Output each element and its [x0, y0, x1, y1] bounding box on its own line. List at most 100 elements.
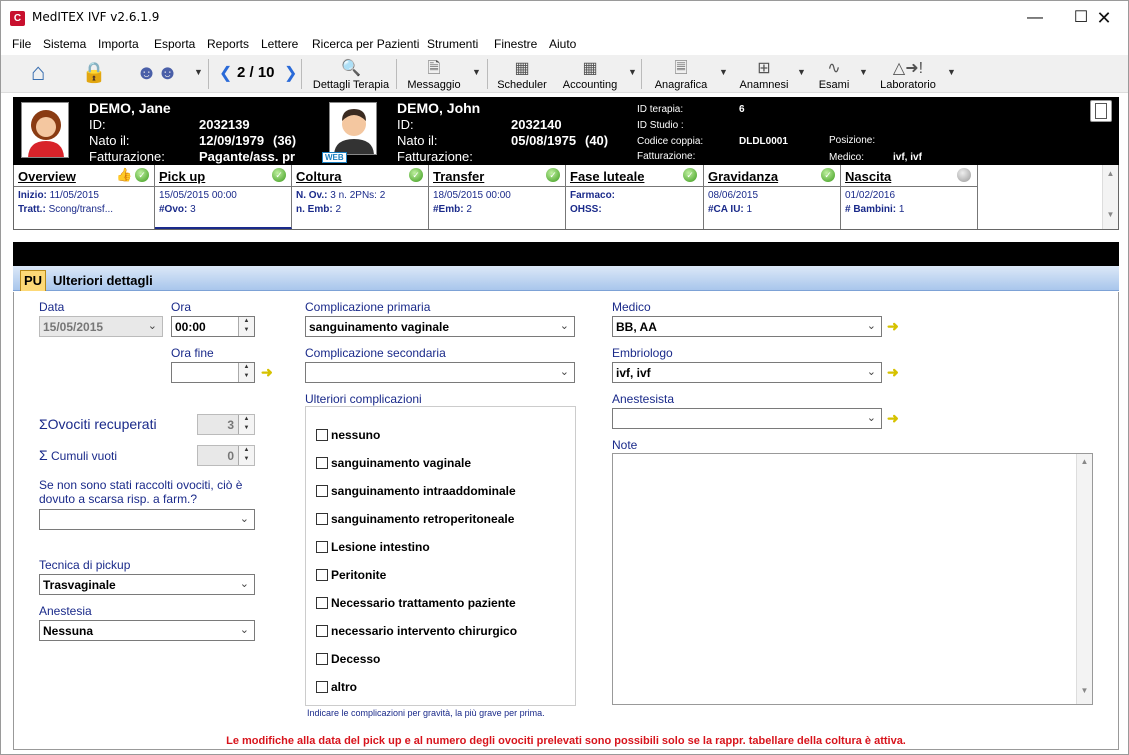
minimize-button[interactable]: —: [1012, 1, 1058, 35]
male-billing-label: Fatturazione:: [397, 149, 473, 164]
step-line2: #CA IU: 1: [708, 204, 753, 215]
dettagli-terapia-button[interactable]: 🔍 Dettagli Terapia: [312, 59, 390, 91]
step-transfer[interactable]: Transfer ✓ 18/05/2015 00:00 #Emb: 2: [429, 165, 566, 229]
esami-button[interactable]: ∿ Esami: [816, 59, 852, 91]
lightning-icon[interactable]: ➜: [887, 410, 899, 427]
ovociti-field[interactable]: 3 ▲ ▼: [197, 414, 255, 435]
medical-record-icon: ⊞: [757, 60, 771, 77]
patients-dropdown-icon[interactable]: ▼: [194, 67, 203, 77]
comp1-select[interactable]: sanguinamento vaginale ⌄: [305, 316, 575, 337]
complication-checkbox[interactable]: nessuno: [316, 428, 380, 442]
step-fase-luteale[interactable]: Fase luteale ✓ Farmaco: OHSS:: [566, 165, 704, 229]
menu-aiuto[interactable]: Aiuto: [549, 37, 576, 51]
chevron-down-icon: ⌄: [559, 366, 569, 378]
complication-checkbox[interactable]: Lesione intestino: [316, 540, 430, 554]
messaggio-dropdown-icon[interactable]: ▼: [472, 67, 481, 77]
step-nascita[interactable]: Nascita 01/02/2016 # Bambini: 1: [841, 165, 978, 229]
menu-lettere[interactable]: Lettere: [261, 37, 298, 51]
menu-strumenti[interactable]: Strumenti: [427, 37, 478, 51]
scroll-down-icon[interactable]: ▼: [1077, 686, 1092, 695]
steps-scrollbar[interactable]: ▲ ▼: [1102, 165, 1118, 229]
anamnesi-dropdown-icon[interactable]: ▼: [797, 67, 806, 77]
complication-checkbox[interactable]: Decesso: [316, 652, 380, 666]
prev-therapy-icon[interactable]: ❮: [219, 63, 232, 83]
medico-value: BB, AA: [616, 320, 657, 334]
anestesia-select[interactable]: Nessuna ⌄: [39, 620, 255, 641]
ora-fine-spinner-icon[interactable]: ▲ ▼: [238, 363, 254, 382]
title-bar: C MedITEX IVF v2.6.1.9 — ☐ ✕: [1, 1, 1128, 35]
lightning-icon[interactable]: ➜: [887, 364, 899, 381]
complication-checkbox[interactable]: altro: [316, 680, 357, 694]
step-overview[interactable]: Overview 👍 ✓ Inizio: 11/05/2015 Tratt.: …: [14, 165, 155, 229]
anagrafica-button[interactable]: 🗏 Anagrafica: [651, 59, 711, 91]
ora-field[interactable]: 00:00 ▲ ▼: [171, 316, 255, 337]
ora-fine-field[interactable]: ▲ ▼: [171, 362, 255, 383]
accounting-button[interactable]: ▦ Accounting: [561, 59, 619, 91]
ora-spinner-icon[interactable]: ▲ ▼: [238, 317, 254, 336]
scroll-up-icon[interactable]: ▲: [1103, 169, 1118, 178]
comp2-select[interactable]: ⌄: [305, 362, 575, 383]
laboratorio-dropdown-icon[interactable]: ▼: [947, 67, 956, 77]
anestesista-select[interactable]: ⌄: [612, 408, 882, 429]
complication-checkbox[interactable]: Peritonite: [316, 568, 386, 582]
therapy-id: 6: [739, 104, 745, 115]
step-pickup[interactable]: Pick up ✓ 15/05/2015 00:00 #Ovo: 3: [155, 165, 292, 229]
document-button[interactable]: [1090, 100, 1112, 122]
esami-dropdown-icon[interactable]: ▼: [859, 67, 868, 77]
accounting-dropdown-icon[interactable]: ▼: [628, 67, 637, 77]
medico-label: Medico: [612, 300, 651, 314]
embriologo-select[interactable]: ivf, ivf ⌄: [612, 362, 882, 383]
chevron-down-icon: ⌄: [866, 320, 876, 332]
tab-pu[interactable]: PU: [20, 270, 46, 291]
note-scrollbar[interactable]: ▲ ▼: [1076, 454, 1092, 704]
complication-checkbox[interactable]: sanguinamento vaginale: [316, 456, 471, 470]
complication-checkbox[interactable]: sanguinamento intraaddominale: [316, 484, 516, 498]
menu-esporta[interactable]: Esporta: [154, 37, 195, 51]
complication-checkbox[interactable]: sanguinamento retroperitoneale: [316, 512, 514, 526]
lock-button[interactable]: 🔒: [81, 59, 107, 91]
male-dob: 05/08/1975: [511, 133, 577, 148]
patients-button[interactable]: ☻☻: [129, 59, 185, 91]
medico-select[interactable]: BB, AA ⌄: [612, 316, 882, 337]
tecnica-select[interactable]: Trasvaginale ⌄: [39, 574, 255, 595]
complication-checkbox[interactable]: Necessario trattamento paziente: [316, 596, 516, 610]
scroll-down-icon[interactable]: ▼: [1103, 210, 1118, 219]
test-tube-icon: ∿: [827, 60, 841, 77]
step-gravidanza[interactable]: Gravidanza ✓ 08/06/2015 #CA IU: 1: [704, 165, 841, 229]
scheduler-button[interactable]: ▦ Scheduler: [495, 59, 549, 91]
menu-reports[interactable]: Reports: [207, 37, 249, 51]
esami-label: Esami: [818, 79, 850, 91]
complication-checkbox[interactable]: necessario intervento chirurgico: [316, 624, 517, 638]
cumuli-field[interactable]: 0 ▲ ▼: [197, 445, 255, 466]
next-therapy-icon[interactable]: ❯: [284, 63, 297, 83]
home-button[interactable]: ⌂: [21, 59, 55, 91]
menu-finestre[interactable]: Finestre: [494, 37, 537, 51]
menu-sistema[interactable]: Sistema: [43, 37, 86, 51]
anamnesi-button[interactable]: ⊞ Anamnesi: [737, 59, 791, 91]
dettagli-terapia-label: Dettagli Terapia: [312, 79, 390, 91]
chevron-down-icon: ⌄: [239, 624, 249, 636]
menu-ricerca[interactable]: Ricerca per Pazienti: [312, 37, 419, 51]
data-field[interactable]: 15/05/2015 ⌄: [39, 316, 163, 337]
laboratorio-button[interactable]: △➜! Laboratorio: [877, 59, 939, 91]
ora-fine-label: Ora fine: [171, 346, 214, 360]
close-button[interactable]: ✕: [1081, 1, 1127, 35]
sigma-icon: Σ: [39, 447, 48, 463]
note-textarea[interactable]: ▲ ▼: [612, 453, 1093, 705]
cumuli-spinner-icon[interactable]: ▲ ▼: [238, 446, 254, 465]
messaggio-button[interactable]: 🗎 Messaggio: [405, 59, 463, 91]
menu-file[interactable]: File: [12, 37, 31, 51]
male-name: DEMO, John: [397, 100, 481, 116]
anagrafica-dropdown-icon[interactable]: ▼: [719, 67, 728, 77]
menu-importa[interactable]: Importa: [98, 37, 139, 51]
lightning-icon[interactable]: ➜: [887, 318, 899, 335]
tab-ulteriori-dettagli[interactable]: Ulteriori dettagli: [53, 273, 153, 288]
scroll-up-icon[interactable]: ▲: [1077, 457, 1092, 466]
scarsa-select[interactable]: ⌄: [39, 509, 255, 530]
lightning-icon[interactable]: ➜: [261, 364, 273, 381]
ovociti-spinner-icon[interactable]: ▲ ▼: [238, 415, 254, 434]
chevron-down-icon: ⌄: [866, 412, 876, 424]
step-coltura[interactable]: Coltura ✓ N. Ov.: 3 n. 2PNs: 2 n. Emb: 2: [292, 165, 429, 229]
anestesia-value: Nessuna: [43, 624, 94, 638]
doctor-label: Medico:: [829, 152, 865, 163]
